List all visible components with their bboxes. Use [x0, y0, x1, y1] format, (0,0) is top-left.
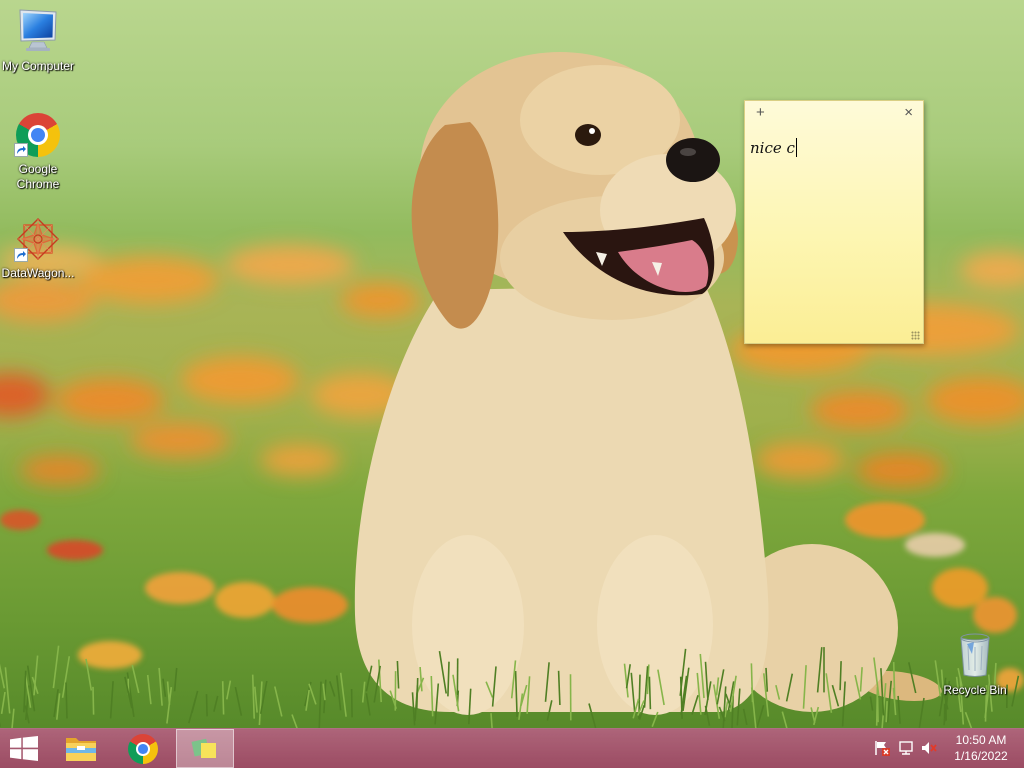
shortcut-arrow-icon [14, 143, 28, 157]
desktop-icon-google-chrome[interactable]: Google Chrome [0, 112, 76, 194]
taskbar-button-chrome[interactable] [121, 729, 165, 768]
sticky-note-text-area[interactable]: nice c [750, 137, 797, 159]
mute-x [930, 744, 937, 752]
desktop-icon-label: DataWagon... [1, 266, 75, 280]
new-note-button[interactable]: + [756, 105, 765, 121]
wallpaper-flower [845, 502, 925, 538]
puppy-front-leg-left [412, 535, 524, 715]
grass-blade [648, 676, 652, 710]
windows-logo-panes [10, 736, 38, 761]
file-explorer-icon [66, 738, 96, 761]
speaker [922, 742, 929, 754]
desktop-icon-label: My Computer [1, 59, 75, 73]
puppy-nose-highlight [680, 148, 696, 156]
flag [877, 742, 886, 748]
puppy-nose [666, 138, 720, 182]
wallpaper-flower [130, 422, 230, 458]
taskbar-button-sticky-notes[interactable] [176, 729, 234, 768]
network-screen [899, 741, 913, 752]
grass-blade [875, 687, 879, 726]
sticky-notes-icon [191, 738, 216, 758]
network-icon[interactable] [898, 740, 914, 756]
sticky-note-text: nice c [750, 139, 795, 157]
chrome-icon [128, 734, 158, 764]
recycle-bin-icon [960, 633, 990, 677]
desktop[interactable]: My Computer Google Chrome DataWagon... R… [0, 0, 1024, 728]
grass-blade [885, 701, 888, 723]
monitor-screen [23, 13, 53, 39]
clock[interactable]: 10:50 AM 1/16/2022 [945, 732, 1017, 764]
sticky-note-header[interactable]: + × [745, 101, 923, 127]
grass-blade [447, 661, 450, 697]
wallpaper-flower [855, 452, 945, 488]
grass-blade [350, 688, 353, 718]
shortcut-arrow-icon [14, 248, 28, 262]
clock-date: 1/16/2022 [954, 749, 1008, 763]
puppy-eye-highlight [589, 128, 595, 134]
wallpaper-flower [340, 282, 420, 318]
windows-logo-icon[interactable] [10, 736, 38, 761]
chrome-icon-ring [136, 742, 150, 756]
wallpaper-flower [905, 533, 965, 557]
resize-grip[interactable] [911, 331, 920, 340]
wallpaper-flower [810, 390, 910, 430]
wallpaper-flower [272, 587, 348, 623]
desktop-icon-my-computer[interactable]: My Computer [0, 8, 76, 90]
grass-blade [65, 682, 68, 719]
grass-blade [221, 681, 225, 715]
wallpaper-flower [55, 378, 165, 422]
monitor-base [26, 48, 50, 51]
chrome-icon-center [30, 127, 46, 143]
taskbar: 10:50 AM 1/16/2022 [0, 728, 1024, 768]
clock-time: 10:50 AM [955, 733, 1007, 747]
wallpaper-flower [0, 510, 40, 530]
chrome-icon-center [138, 744, 148, 754]
wallpaper-flower [180, 356, 300, 404]
sticky-note: + × nice c [744, 100, 924, 344]
puppy-eye [575, 124, 601, 146]
volume-muted-icon[interactable] [921, 740, 937, 756]
wallpaper-flower [973, 597, 1017, 633]
desktop-icon-recycle-bin[interactable]: Recycle Bin [937, 632, 1013, 714]
chrome-icon-ring [27, 124, 49, 146]
wallpaper-flower [225, 245, 355, 285]
desktop-icon-datawagon[interactable]: DataWagon... [0, 216, 76, 298]
grass-blade [205, 694, 208, 717]
wallpaper-flower [260, 444, 340, 476]
sticky-notes-front [201, 743, 216, 758]
grass-blade [839, 661, 842, 691]
wallpaper-flower [20, 455, 100, 485]
action-center-flag-icon[interactable] [874, 740, 890, 756]
desktop-icon-label: Google Chrome [16, 162, 60, 191]
wallpaper-flower [215, 582, 275, 618]
wallpaper-flower [932, 568, 988, 608]
wallpaper-flower [145, 572, 215, 604]
text-cursor [795, 138, 797, 157]
delete-note-button[interactable]: × [904, 105, 913, 121]
grass-blade [92, 686, 95, 715]
wallpaper-flower [80, 256, 220, 304]
computer-icon [19, 9, 57, 51]
desktop-icon-label: Recycle Bin [943, 683, 1007, 697]
folder-clasp [77, 746, 85, 750]
monitor-stand [28, 41, 48, 49]
puppy-front-leg-right [597, 535, 713, 715]
taskbar-button-file-explorer[interactable] [58, 729, 104, 768]
wallpaper-flower [47, 540, 103, 560]
wallpaper-flower [755, 442, 845, 478]
